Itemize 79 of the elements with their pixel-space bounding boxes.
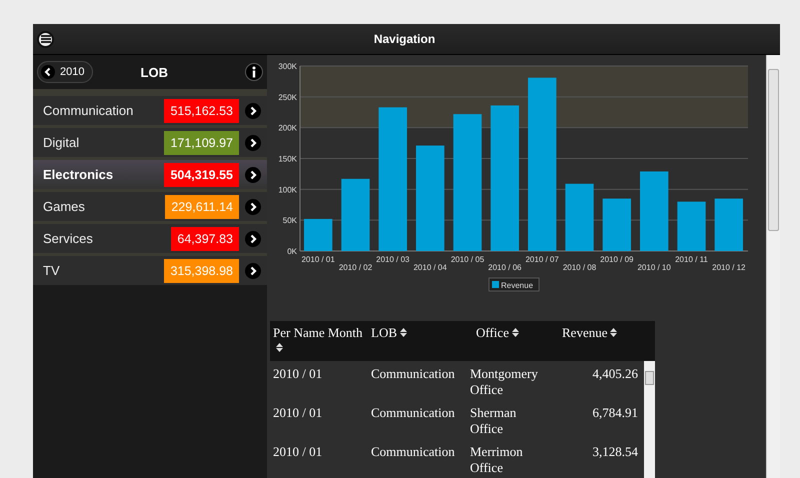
chevron-right-icon[interactable] [245,166,261,182]
axis-label: 250K [278,92,297,102]
axis-label: 50K [282,216,297,226]
table-cell-text: 2010 / 01 [273,444,324,461]
scrollbar[interactable] [766,55,780,478]
sort-icon [610,328,618,337]
sort-icon [400,328,407,337]
axis-label: 2010 / 03 [376,255,410,264]
value-badge: 515,162.53 [164,98,239,122]
axis-label: 2010 / 02 [338,263,372,272]
chevron-left-icon [41,65,55,79]
sort-icon [512,328,519,337]
chevron-right-icon[interactable] [245,230,261,246]
column-header[interactable]: Office [470,325,554,361]
table-cell-text: 6,784.91 [592,405,638,422]
table-cell-text: Communication [371,405,456,422]
axis-label: 0K [287,247,297,256]
value-badge: 504,319.55 [164,162,239,186]
axis-label: 2010 / 12 [712,263,746,272]
chevron-right-icon[interactable] [245,134,261,150]
list-item[interactable]: TV 315,398.98 [33,253,267,285]
table-cell-text: Communication [371,444,456,461]
sort-icon [276,343,283,352]
column-header[interactable]: LOB [371,325,470,361]
bar [677,202,706,251]
value-badge: 64,397.83 [171,226,239,250]
menu-icon [40,35,50,43]
chevron-right-icon[interactable] [245,262,261,278]
info-button[interactable] [245,63,263,81]
item-label: Digital [43,135,80,150]
bar [304,218,332,251]
table-cell-text: 4,405.26 [592,366,638,383]
table-cell-text: Communication [371,366,456,383]
axis-label: 2010 / 07 [525,255,559,264]
list-item[interactable]: Services 64,397.83 [33,221,267,253]
scrollbar[interactable] [644,361,655,478]
axis-label: 100K [278,185,297,194]
window-title: Navigation [372,32,436,46]
table-cell-text: Sherman Office [470,405,518,437]
axis-label: 2010 / 06 [488,263,522,272]
table-cell-text: Merrimon Office [470,444,524,476]
value-badge: 315,398.98 [164,258,239,282]
item-label: Communication [43,103,134,118]
axis-label: 2010 / 09 [600,255,634,264]
item-label: Services [43,231,94,246]
menu-button[interactable] [37,30,54,48]
column-header[interactable]: Revenue [554,325,644,361]
legend: Revenue [488,278,540,292]
back-button[interactable]: 2010 [37,61,94,83]
list-item[interactable]: Communication 515,162.53 [33,93,267,125]
axis-label: 200K [278,124,297,133]
axis-label: 2010 / 04 [413,263,447,272]
bar [714,198,743,251]
axis-label: 2010 / 01 [301,255,335,264]
chevron-right-icon[interactable] [245,102,261,118]
chevron-right-icon[interactable] [245,198,261,214]
item-label: TV [43,263,61,278]
panel-title: LOB [140,64,169,80]
axis-label: 300K [278,62,297,71]
table-cell-text: 2010 / 01 [273,405,324,422]
axis-label: 2010 / 10 [637,263,671,272]
list-item[interactable]: Games 229,611.14 [33,189,267,221]
legend-label: Revenue [501,281,534,290]
value-badge: 229,611.14 [165,194,239,218]
axis-label: 2010 / 08 [562,263,596,272]
column-header[interactable]: Per Name Month [273,325,371,361]
axis-label: 2010 / 05 [450,255,484,264]
bar [565,184,594,251]
item-label: Electronics [43,167,114,182]
item-label: Games [43,199,86,214]
bar [602,198,631,251]
axis-label: 2010 / 11 [675,255,708,264]
table-cell-text: 3,128.54 [592,444,638,461]
table-cell-text: Montgomery Office [470,366,539,398]
list-item[interactable]: Digital 171,109.97 [33,125,267,157]
value-badge: 171,109.97 [164,130,239,154]
axis-label: 150K [278,154,297,164]
table-cell-text: 2010 / 01 [273,366,324,383]
list-item[interactable]: Electronics 504,319.55 [33,157,267,189]
